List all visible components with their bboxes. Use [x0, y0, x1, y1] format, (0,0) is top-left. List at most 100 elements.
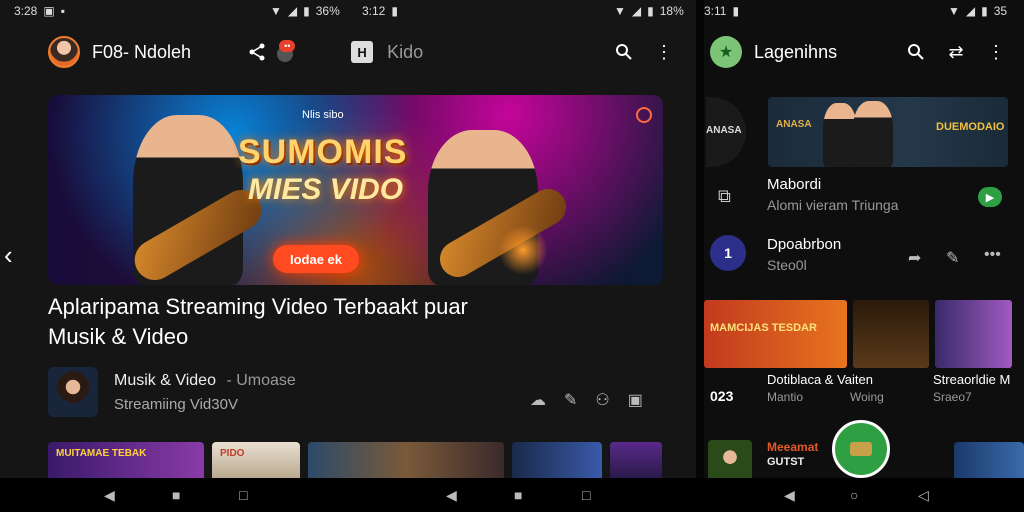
search-icon[interactable]	[902, 38, 930, 66]
battery-icon: ▮	[732, 4, 740, 18]
left-app-panel: 3:28 ▣ ▪ ▼ ◢ ▮ 36% 3:12 ▮ ▼ ◢ ▮ 18% F08-…	[0, 0, 696, 478]
notifications-button[interactable]: ••	[275, 40, 309, 64]
grid-caption-2[interactable]: Streaorldie M	[933, 372, 1010, 387]
recents-icon[interactable]: □	[239, 487, 247, 503]
side-disc-card[interactable]: ANASA	[706, 97, 746, 167]
app-notif-icon: ▪	[60, 4, 65, 18]
play-toggle-icon[interactable]: ▶	[978, 187, 1002, 207]
thumbnail-grid: MAMCIJAS TESDAR	[704, 300, 1012, 368]
video-title[interactable]: Aplaripama Streaming Video Terbaakt puar…	[48, 292, 508, 352]
grid-card-label: MAMCIJAS TESDAR	[710, 322, 817, 334]
grid-sub-1b: Woing	[850, 390, 884, 404]
wifi-icon: ▼	[270, 4, 282, 18]
shuffle-icon[interactable]: ⇄	[942, 38, 970, 66]
home-icon[interactable]: ■	[172, 487, 180, 503]
grid-sub-2: Sraeo7	[933, 390, 972, 404]
account-avatar[interactable]	[48, 36, 80, 68]
item1-title[interactable]: Mabordi	[767, 176, 821, 193]
edit-icon[interactable]: ✎	[946, 248, 959, 268]
status-bar-mid-a: ▼ ◢ ▮ 36%	[270, 0, 340, 22]
notification-badge: ••	[279, 40, 296, 52]
back-icon[interactable]: ◀	[784, 487, 795, 504]
recents-icon[interactable]: ◁	[918, 487, 929, 504]
recents-icon[interactable]: □	[582, 487, 590, 503]
hero-badge-icon[interactable]	[636, 107, 652, 123]
bottom-thumbnail[interactable]	[708, 440, 752, 478]
feature-side-text: ANASA	[776, 119, 812, 130]
account-name[interactable]: F08- Ndoleh	[92, 42, 191, 63]
status-bar-mid-b: 3:12 ▮	[362, 0, 398, 22]
battery-icon: ▮	[391, 4, 398, 18]
hero-button[interactable]: Iodae ek	[273, 245, 359, 273]
stage-light-flare	[498, 225, 548, 275]
status-time: 3:28	[14, 4, 38, 18]
more-vertical-icon[interactable]: ⋮	[650, 38, 678, 66]
edit-icon[interactable]: ✎	[564, 390, 577, 410]
status-bar-right-a: 3:11 ▮	[704, 0, 739, 22]
star-icon[interactable]: ★	[710, 36, 742, 68]
share-icon[interactable]: ➦	[908, 248, 921, 268]
thumbnail-card[interactable]: PIDO	[212, 442, 300, 478]
sim-icon: ▮	[981, 4, 988, 18]
back-icon[interactable]: ◀	[104, 487, 115, 504]
item2-icon: 1	[710, 235, 746, 271]
sim-icon: ▮	[303, 4, 310, 18]
back-icon[interactable]: ◀	[446, 487, 457, 504]
nav-bar-right: ◀ ○ ◁	[696, 478, 1024, 512]
channel-name-row[interactable]: Musik & Video - Umoase	[114, 372, 296, 390]
like-icon[interactable]: ☁	[530, 390, 546, 410]
sim-icon: ▮	[647, 4, 654, 18]
item1-subtitle: Alomi vieram Triunga	[767, 197, 899, 213]
hero-small-label: Nlis sibo	[302, 109, 344, 121]
fab-icon	[850, 442, 872, 456]
status-bar-left: 3:28 ▣ ▪	[14, 0, 65, 22]
thumbnail-label: MUITAMAE TEBAK	[56, 448, 147, 459]
more-horizontal-icon[interactable]: •••	[984, 246, 1001, 264]
feature-thumbnail[interactable]: ANASA DUEMODAIO	[768, 97, 1008, 167]
signal-icon: ◢	[631, 4, 642, 18]
remix-icon[interactable]: ⚇	[595, 390, 609, 410]
status-time-mid: 3:12	[362, 4, 386, 18]
status-battery-right: 18%	[659, 4, 684, 18]
item2-subtitle: Steo0l	[767, 257, 807, 273]
home-icon[interactable]: ■	[514, 487, 522, 503]
item2-title[interactable]: Dpoabrbon	[767, 236, 841, 253]
channel-thumbnail[interactable]	[48, 367, 98, 417]
more-vertical-icon[interactable]: ⋮	[982, 38, 1010, 66]
search-icon[interactable]	[610, 38, 638, 66]
thumbnail-card[interactable]	[610, 442, 662, 478]
channel-subtitle: Streamiing Vid30V	[114, 396, 238, 413]
grid-card[interactable]	[853, 300, 929, 368]
channel-name: Musik & Video	[114, 372, 216, 389]
hero-banner[interactable]: Nlis sibo SUMOMIS MIES VIDO Iodae ek	[48, 95, 663, 285]
action-icon-row: ☁ ✎ ⚇ ▣	[530, 390, 643, 410]
thumbnail-card[interactable]	[512, 442, 602, 478]
thumbnail-card[interactable]	[308, 442, 504, 478]
chevron-left-icon[interactable]: ‹	[4, 240, 13, 271]
wifi-icon: ▼	[614, 4, 626, 18]
wifi-icon: ▼	[948, 4, 960, 18]
home-icon[interactable]: ○	[850, 487, 858, 503]
comment-icon[interactable]: ▣	[628, 390, 643, 410]
thumbnail-card[interactable]: MUITAMAE TEBAK	[48, 442, 204, 478]
feature-label: DUEMODAIO	[936, 121, 1005, 133]
bottom-title[interactable]: Meeamat	[767, 440, 818, 454]
gallery-icon: ▣	[43, 4, 55, 18]
grid-sub-1: Mantio	[767, 390, 804, 404]
status-battery: 36%	[315, 4, 340, 18]
fab-button[interactable]	[832, 420, 890, 478]
grid-card[interactable]	[935, 300, 1012, 368]
share-icon[interactable]	[243, 38, 271, 66]
grid-count: 023	[710, 388, 734, 404]
thumbnail-row: MUITAMAE TEBAK PIDO	[48, 442, 662, 478]
signal-icon: ◢	[287, 4, 298, 18]
grid-card[interactable]: MAMCIJAS TESDAR	[704, 300, 847, 368]
signal-icon: ◢	[965, 4, 976, 18]
grid-caption-1[interactable]: Dotiblaca & Vaiten	[767, 372, 873, 387]
bottom-thumbnail-right[interactable]	[954, 442, 1024, 478]
kids-label[interactable]: Kido	[387, 42, 423, 63]
status-battery-far: 35	[993, 4, 1008, 18]
thumbnail-label: PIDO	[220, 448, 245, 459]
side-disc-label: ANASA	[706, 125, 742, 136]
kids-icon[interactable]: H	[351, 41, 374, 63]
